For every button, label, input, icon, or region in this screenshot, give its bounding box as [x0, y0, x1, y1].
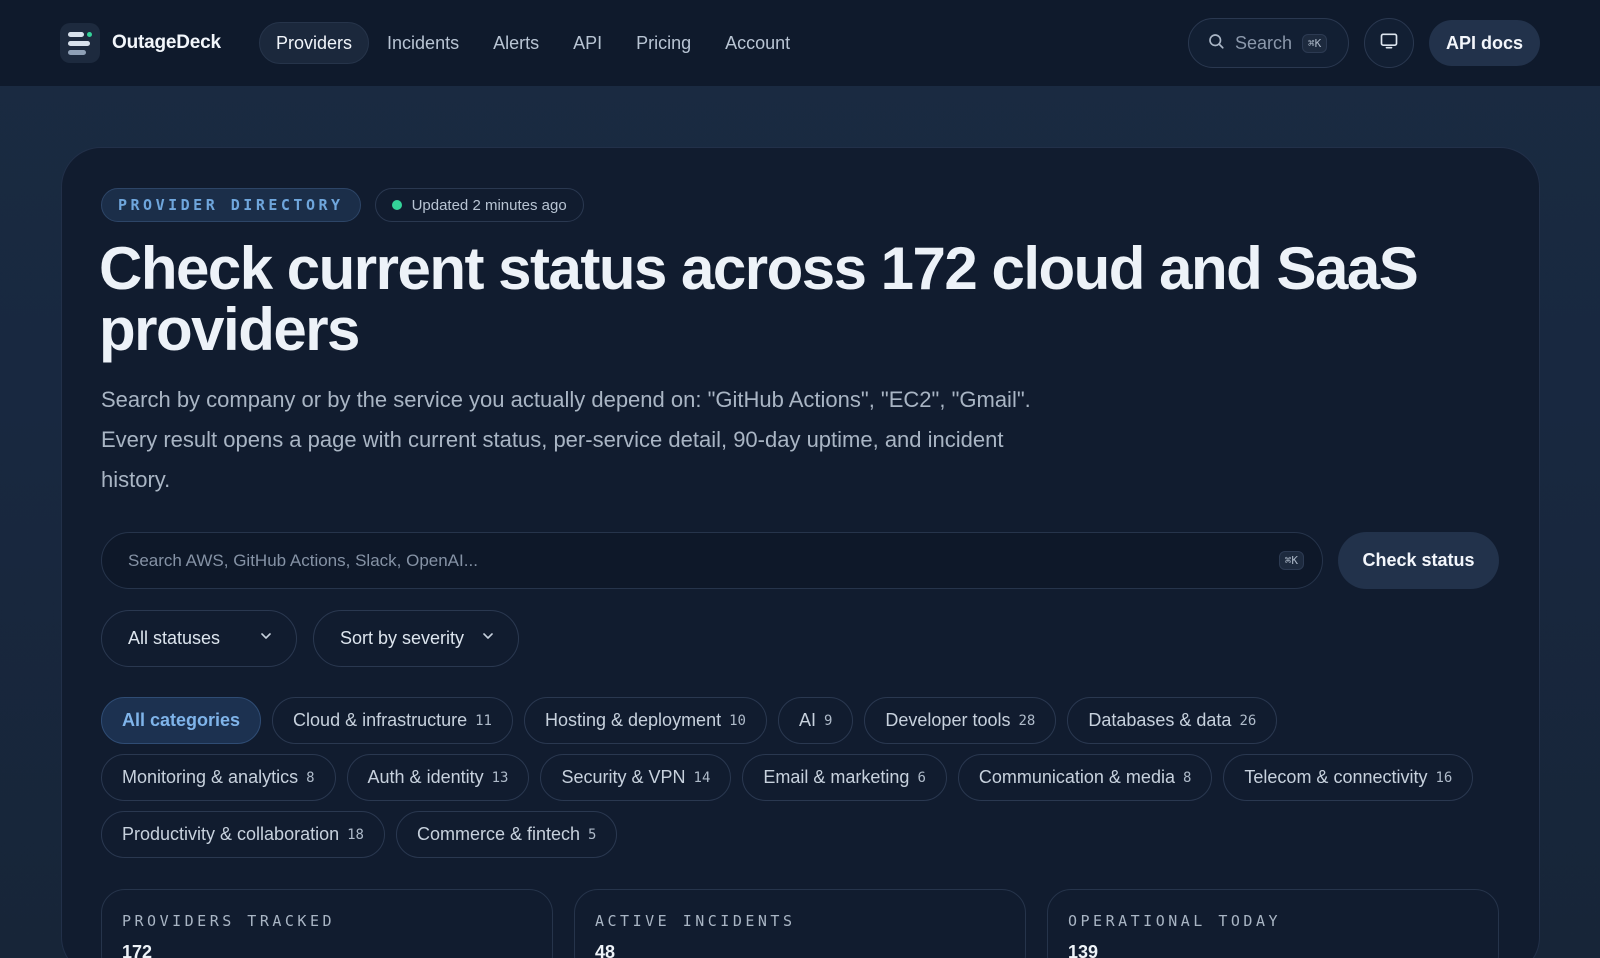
category-chip-label: Security & VPN	[561, 767, 686, 787]
category-chip-count: 16	[1435, 769, 1453, 786]
category-chip-label: AI	[798, 710, 816, 730]
stat-label: OPERATIONAL TODAY	[1068, 912, 1282, 930]
updated-text: Updated 2 minutes ago	[411, 196, 567, 214]
category-chip-label: Commerce & fintech	[416, 824, 581, 844]
category-chip-count: 6	[917, 769, 926, 786]
search-icon	[1207, 32, 1225, 55]
category-chip-label: Databases & data	[1088, 710, 1232, 730]
page-title: Check current status across 172 cloud an…	[99, 235, 1419, 363]
sort-value: Sort by severity	[340, 628, 465, 648]
category-chip-auth[interactable]: Auth & identity 13	[346, 754, 530, 801]
search-shortcut-hint: ⌘K	[1278, 551, 1304, 570]
top-navigation-bar: OutageDeck Providers Incidents Alerts AP…	[0, 0, 1600, 86]
category-chip-email[interactable]: Email & marketing 6	[742, 754, 947, 801]
display-toggle-button[interactable]	[1364, 18, 1414, 68]
category-chip-label: Monitoring & analytics	[122, 767, 299, 787]
nav-item-api[interactable]: API	[557, 22, 618, 64]
stat-card-active-incidents: ACTIVE INCIDENTS 48	[574, 889, 1026, 958]
check-status-button[interactable]: Check status	[1338, 532, 1499, 589]
category-chip-count: 11	[475, 712, 492, 729]
category-chip-label: Hosting & deployment	[544, 710, 722, 730]
updated-badge: Updated 2 minutes ago	[374, 188, 584, 222]
category-chip-label: All categories	[122, 710, 241, 730]
hero-badges: PROVIDER DIRECTORY Updated 2 minutes ago	[101, 188, 584, 222]
category-chip-label: Developer tools	[885, 710, 1011, 730]
category-chip-label: Communication & media	[978, 767, 1175, 787]
stat-card-providers-tracked: PROVIDERS TRACKED 172	[101, 889, 553, 958]
category-chip-developer-tools[interactable]: Developer tools 28	[864, 697, 1057, 744]
category-chip-ai[interactable]: AI 9	[777, 697, 854, 744]
category-chip-security[interactable]: Security & VPN 14	[540, 754, 732, 801]
chevron-down-icon	[480, 628, 496, 649]
api-docs-button[interactable]: API docs	[1429, 20, 1540, 66]
global-search-button[interactable]: Search ⌘K	[1188, 18, 1349, 68]
brand-name: OutageDeck	[112, 32, 221, 53]
category-chip-count: 28	[1018, 712, 1036, 729]
category-chip-count: 26	[1239, 712, 1257, 729]
category-chip-label: Cloud & infrastructure	[293, 710, 468, 730]
stat-value: 48	[595, 942, 616, 958]
category-chip-count: 9	[823, 712, 833, 729]
category-chip-monitoring[interactable]: Monitoring & analytics 8	[101, 754, 336, 801]
monitor-icon	[1379, 31, 1399, 56]
stat-label: ACTIVE INCIDENTS	[595, 912, 796, 930]
category-chip-label: Email & marketing	[763, 767, 910, 787]
status-filter-value: All statuses	[128, 628, 221, 648]
category-filter-chips: All categories Cloud & infrastructure 11…	[101, 697, 1501, 858]
global-search-label: Search	[1235, 32, 1293, 53]
status-filter-select[interactable]: All statuses	[101, 610, 297, 667]
category-chip-count: 18	[347, 826, 364, 843]
main-nav: Providers Incidents Alerts API Pricing A…	[259, 22, 806, 64]
stat-card-operational-today: OPERATIONAL TODAY 139	[1047, 889, 1499, 958]
category-chip-count: 5	[588, 826, 597, 843]
stat-label: PROVIDERS TRACKED	[122, 912, 336, 930]
category-chip-productivity[interactable]: Productivity & collaboration 18	[101, 811, 385, 858]
category-chip-count: 13	[491, 769, 509, 786]
category-chip-hosting[interactable]: Hosting & deployment 10	[523, 697, 767, 744]
provider-search-input[interactable]	[128, 550, 1279, 571]
stacked-bars-logo-icon	[60, 23, 100, 63]
page-description: Search by company or by the service you …	[101, 387, 1031, 492]
section-badge: PROVIDER DIRECTORY	[101, 188, 361, 222]
category-chip-count: 8	[306, 769, 315, 786]
nav-item-pricing[interactable]: Pricing	[620, 22, 707, 64]
category-chip-label: Telecom & connectivity	[1244, 767, 1428, 787]
category-chip-telecom[interactable]: Telecom & connectivity 16	[1223, 754, 1474, 801]
category-chip-commerce[interactable]: Commerce & fintech 5	[395, 811, 618, 858]
sort-select[interactable]: Sort by severity	[313, 610, 519, 667]
stat-value: 139	[1068, 942, 1099, 958]
nav-item-incidents[interactable]: Incidents	[371, 22, 475, 64]
chevron-down-icon	[258, 628, 274, 649]
category-chip-count: 14	[693, 769, 711, 786]
brand[interactable]: OutageDeck	[60, 23, 221, 63]
nav-item-account[interactable]: Account	[709, 22, 806, 64]
category-chip-communication[interactable]: Communication & media 8	[957, 754, 1213, 801]
live-status-dot-icon	[391, 200, 402, 210]
category-chip-count: 8	[1182, 769, 1192, 786]
category-chip-all[interactable]: All categories	[101, 697, 262, 744]
provider-search-field[interactable]: ⌘K	[101, 532, 1323, 589]
nav-item-providers[interactable]: Providers	[259, 22, 370, 64]
category-chip-label: Productivity & collaboration	[122, 824, 340, 844]
category-chip-count: 10	[729, 712, 746, 729]
nav-item-alerts[interactable]: Alerts	[477, 22, 555, 64]
category-chip-label: Auth & identity	[367, 767, 484, 787]
category-chip-databases[interactable]: Databases & data 26	[1067, 697, 1278, 744]
stat-value: 172	[122, 942, 153, 958]
shortcut-hint: ⌘K	[1302, 33, 1328, 53]
category-chip-cloud[interactable]: Cloud & infrastructure 11	[272, 697, 513, 744]
